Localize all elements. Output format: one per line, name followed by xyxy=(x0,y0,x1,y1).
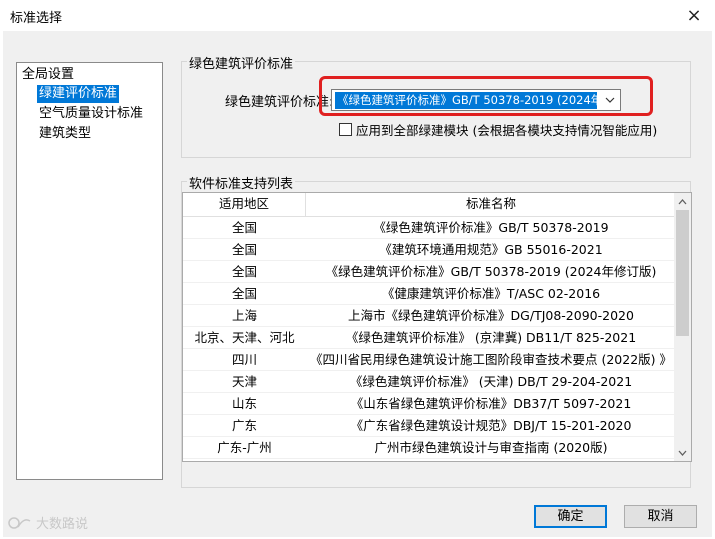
table-row[interactable]: 全国 《健康建筑评价标准》T/ASC 02-2016 xyxy=(183,283,676,305)
column-header-standard-name[interactable]: 标准名称 xyxy=(306,193,676,217)
watermark-text: 大数路说 xyxy=(36,517,89,532)
tree-root-global-settings[interactable]: 全局设置 xyxy=(20,66,76,84)
cancel-button[interactable]: 取消 xyxy=(624,505,697,528)
table-row[interactable]: 广东-广州 广州市绿色建筑设计与审查指南 (2020版) xyxy=(183,437,676,459)
close-button[interactable]: × xyxy=(681,3,707,27)
table-row[interactable]: 全国 《绿色建筑评价标准》GB/T 50378-2019 (2024年修订版) xyxy=(183,261,676,283)
cell-region: 广东 xyxy=(231,418,257,433)
cell-standard-name: 《绿色建筑评价标准》GB/T 50378-2019 xyxy=(373,220,609,235)
tree-item-building-type[interactable]: 建筑类型 xyxy=(37,125,93,143)
cell-standard-name: 《健康建筑评价标准》T/ASC 02-2016 xyxy=(381,286,601,301)
table-row[interactable]: 北京、天津、河北 《绿色建筑评价标准》 (京津冀) DB11/T 825-2021 xyxy=(183,327,676,349)
cell-region: 山东 xyxy=(231,396,257,411)
cell-region: 广东-广州 xyxy=(217,440,272,455)
cell-region: 天津 xyxy=(231,374,257,389)
tree-item-green-standard[interactable]: 绿建评价标准 xyxy=(37,85,120,103)
cell-standard-name: 广州市绿色建筑设计与审查指南 (2020版) xyxy=(374,440,608,455)
table-scrollbar[interactable] xyxy=(674,193,691,461)
scroll-up-button[interactable] xyxy=(674,193,691,210)
cell-region: 上海 xyxy=(231,308,257,323)
settings-tree: 全局设置 绿建评价标准 空气质量设计标准 建筑类型 xyxy=(16,62,163,480)
cell-region: 全国 xyxy=(231,264,257,279)
column-header-region[interactable]: 适用地区 xyxy=(183,193,306,217)
chevron-up-icon xyxy=(678,198,687,204)
table-row[interactable]: 上海 上海市《绿色建筑评价标准》DG/TJ08-2090-2020 xyxy=(183,305,676,327)
table-header: 适用地区 标准名称 xyxy=(183,193,676,217)
cell-standard-name: 《绿色建筑评价标准》 (京津冀) DB11/T 825-2021 xyxy=(345,330,637,345)
close-icon: × xyxy=(686,4,702,26)
standard-select[interactable]: 《绿色建筑评价标准》GB/T 50378-2019 (2024年修 xyxy=(331,89,621,111)
cell-standard-name: 《四川省民用绿色建筑设计施工图阶段审查技术要点 (2022版) 》 xyxy=(309,352,672,367)
apply-all-label: 应用到全部绿建模块 (会根据各模块支持情况智能应用) xyxy=(356,122,658,138)
cell-region: 全国 xyxy=(231,220,257,235)
scroll-down-button[interactable] xyxy=(674,444,691,461)
chevron-down-icon xyxy=(678,450,687,456)
cell-standard-name: 《建筑环境通用规范》GB 55016-2021 xyxy=(379,242,603,257)
watermark-logo-icon xyxy=(8,516,31,529)
cell-region: 四川 xyxy=(231,352,257,367)
cell-standard-name: 《绿色建筑评价标准》 (天津) DB/T 29-204-2021 xyxy=(349,374,633,389)
table-row[interactable]: 山东 《山东省绿色建筑评价标准》DB37/T 5097-2021 xyxy=(183,393,676,415)
watermark: 大数路说 xyxy=(8,513,88,532)
cell-standard-name: 上海市《绿色建筑评价标准》DG/TJ08-2090-2020 xyxy=(348,308,634,323)
standards-table: 适用地区 标准名称 全国 《绿色建筑评价标准》GB/T 50378-2019 全国《… xyxy=(182,192,692,462)
chevron-down-icon[interactable] xyxy=(603,93,617,107)
scroll-thumb[interactable] xyxy=(676,210,689,336)
cell-region: 北京、天津、河北 xyxy=(194,330,295,345)
standard-field-label: 绿色建筑评价标准: xyxy=(225,95,334,110)
window-title: 标准选择 xyxy=(10,11,63,26)
table-row[interactable]: 全国 《绿色建筑评价标准》GB/T 50378-2019 xyxy=(183,217,676,239)
cell-standard-name: 《绿色建筑评价标准》GB/T 50378-2019 (2024年修订版) xyxy=(325,264,657,279)
table-row[interactable]: 广东 《广东省绿色建筑设计规范》DBJ/T 15-201-2020 xyxy=(183,415,676,437)
table-row[interactable]: 天津 《绿色建筑评价标准》 (天津) DB/T 29-204-2021 xyxy=(183,371,676,393)
table-row[interactable]: 四川 《四川省民用绿色建筑设计施工图阶段审查技术要点 (2022版) 》 xyxy=(183,349,676,371)
table-row[interactable]: 全国 《建筑环境通用规范》GB 55016-2021 xyxy=(183,239,676,261)
title-bar: 标准选择 × xyxy=(0,0,715,31)
cell-standard-name: 《广东省绿色建筑设计规范》DBJ/T 15-201-2020 xyxy=(350,418,632,433)
support-list-title: 软件标准支持列表 xyxy=(187,173,296,192)
apply-all-option[interactable]: 应用到全部绿建模块 (会根据各模块支持情况智能应用) xyxy=(339,121,658,138)
tree-item-air-quality-standard[interactable]: 空气质量设计标准 xyxy=(37,105,145,123)
cell-standard-name: 《山东省绿色建筑评价标准》DB37/T 5097-2021 xyxy=(350,396,632,411)
cell-region: 全国 xyxy=(231,286,257,301)
standard-select-value: 《绿色建筑评价标准》GB/T 50378-2019 (2024年修 xyxy=(335,92,597,109)
standard-groupbox-title: 绿色建筑评价标准 xyxy=(187,53,296,72)
apply-all-checkbox[interactable] xyxy=(339,122,352,136)
ok-button[interactable]: 确定 xyxy=(534,505,607,528)
cell-region: 全国 xyxy=(231,242,257,257)
